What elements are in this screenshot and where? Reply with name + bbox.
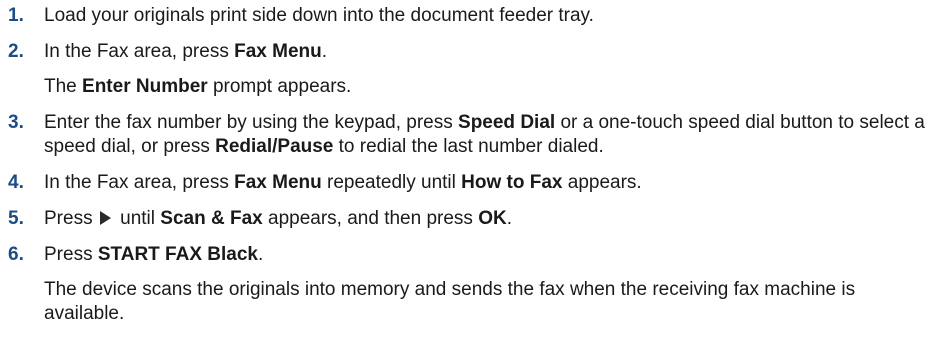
step-2: 2. In the Fax area, press Fax Menu. The … [0,40,930,99]
step-text: Enter the fax number by using the keypad… [44,111,930,159]
bold-term: Enter Number [82,76,208,97]
text-run: In the Fax area, press [44,41,235,62]
text-run: . [321,41,327,62]
step-number: 2. [8,41,24,62]
bold-term: START FAX Black [97,244,258,265]
text-run: In the Fax area, press [44,172,235,193]
text-run: . [506,208,512,229]
step-number: 5. [8,208,24,229]
right-arrow-icon [99,211,111,225]
instruction-list: 1. Load your originals print side down i… [0,4,930,326]
bold-term: How to Fax [461,172,563,193]
text-run: prompt appears. [207,76,352,97]
step-4: 4. In the Fax area, press Fax Menu repea… [0,171,930,195]
text-run: Press [44,208,98,229]
step-text: Press until Scan & Fax appears, and then… [44,207,930,231]
text-run: appears. [562,172,642,193]
step-number: 3. [8,112,24,133]
step-number: 6. [8,244,24,265]
bold-term: Speed Dial [458,112,556,133]
bold-term: Redial/Pause [215,136,334,157]
step-text: Load your originals print side down into… [44,4,930,28]
text-run: Press [44,244,98,265]
bold-term: Fax Menu [234,172,322,193]
step-text: In the Fax area, press Fax Menu. [44,40,930,64]
step-number: 4. [8,172,24,193]
text-run: Load your originals print side down into… [44,5,594,26]
text-run: until [114,208,161,229]
step-3: 3. Enter the fax number by using the key… [0,111,930,159]
step-number: 1. [8,5,24,26]
step-5: 5. Press until Scan & Fax appears, and t… [0,207,930,231]
step-note: The device scans the originals into memo… [44,278,930,326]
text-run: appears, and then press [262,208,479,229]
step-1: 1. Load your originals print side down i… [0,4,930,28]
text-run: Enter the fax number by using the keypad… [44,112,459,133]
text-run: repeatedly until [321,172,462,193]
step-text: Press START FAX Black. [44,243,930,267]
bold-term: Scan & Fax [160,208,263,229]
step-text: In the Fax area, press Fax Menu repeated… [44,171,930,195]
bold-term: OK [478,208,507,229]
bold-term: Fax Menu [234,41,322,62]
text-run: to redial the last number dialed. [333,136,604,157]
text-run: The [44,76,83,97]
text-run: . [258,244,264,265]
step-note: The Enter Number prompt appears. [44,75,930,99]
step-6: 6. Press START FAX Black. The device sca… [0,243,930,326]
text-run: The device scans the originals into memo… [44,279,856,324]
